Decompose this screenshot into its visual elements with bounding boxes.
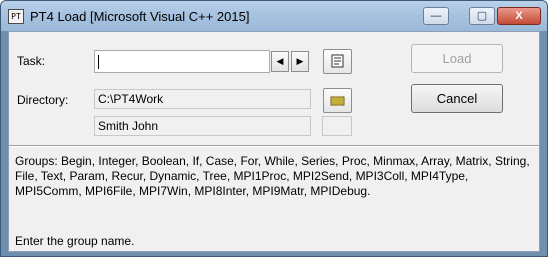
directory-label: Directory: [17, 93, 69, 107]
user-name: Smith John [94, 116, 311, 136]
browse-directory-button[interactable] [323, 88, 352, 113]
groups-info: Groups: Begin, Integer, Boolean, If, Cas… [15, 154, 530, 198]
title-bar[interactable]: PT PT4 Load [Microsoft Visual C++ 2015] … [1, 1, 547, 31]
previous-task-button[interactable]: ◀ [271, 51, 289, 72]
hint-text: Enter the group name. [15, 234, 135, 248]
task-list-button[interactable] [323, 49, 352, 74]
task-input[interactable] [94, 50, 270, 73]
directory-path: C:\PT4Work [94, 89, 311, 109]
task-list-icon [331, 54, 344, 68]
next-task-button[interactable]: ▶ [291, 51, 309, 72]
cancel-button[interactable]: Cancel [411, 84, 503, 113]
close-button[interactable]: X [497, 7, 541, 25]
load-button[interactable]: Load [411, 44, 503, 73]
text-caret [98, 55, 99, 69]
folder-icon [330, 96, 345, 106]
task-label: Task: [17, 54, 46, 68]
divider [9, 145, 539, 147]
empty-indicator [322, 116, 352, 136]
dialog-body: Task: ◀ ▶ Directory: C:\PT4Work Smith Jo… [8, 31, 540, 252]
app-icon: PT [8, 9, 24, 24]
window: PT PT4 Load [Microsoft Visual C++ 2015] … [0, 0, 548, 257]
minimize-button[interactable]: — [423, 7, 449, 25]
window-title: PT4 Load [Microsoft Visual C++ 2015] [30, 9, 250, 24]
maximize-button[interactable]: ▢ [469, 7, 495, 25]
